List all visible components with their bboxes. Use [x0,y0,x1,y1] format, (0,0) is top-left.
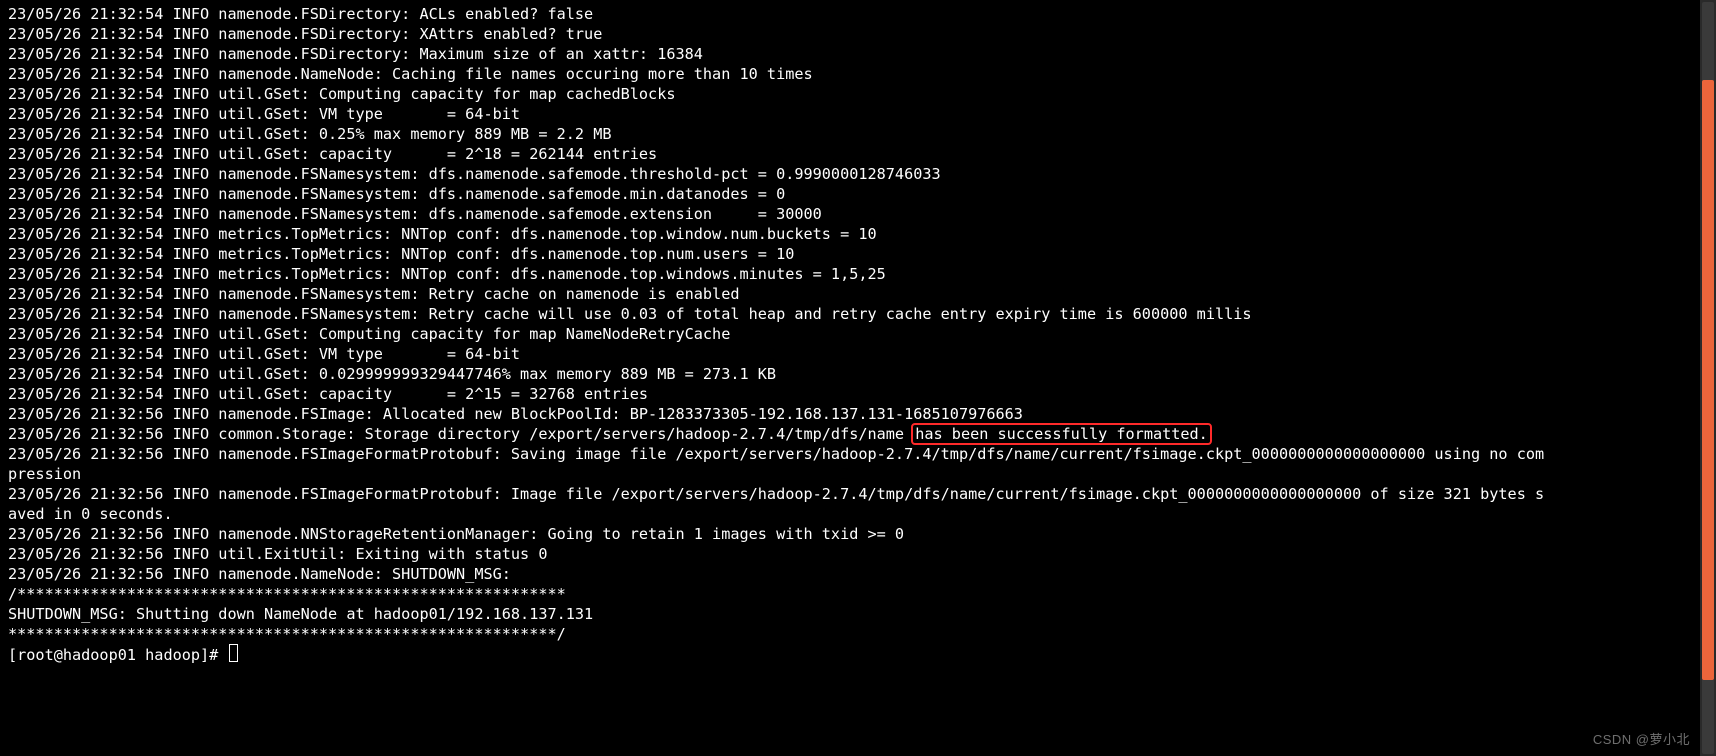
scrollbar-thumb[interactable] [1702,80,1714,680]
log-line: 23/05/26 21:32:54 INFO namenode.NameNode… [8,64,1696,84]
highlight-annotation: has been successfully formatted. [911,423,1212,445]
prompt-text: [root@hadoop01 hadoop]# [8,646,227,664]
log-line: 23/05/26 21:32:54 INFO util.GSet: capaci… [8,384,1696,404]
log-line: 23/05/26 21:32:54 INFO util.GSet: Comput… [8,84,1696,104]
log-line: SHUTDOWN_MSG: Shutting down NameNode at … [8,604,1696,624]
log-line-highlight: 23/05/26 21:32:56 INFO common.Storage: S… [8,424,1696,444]
log-line: 23/05/26 21:32:54 INFO namenode.FSNamesy… [8,164,1696,184]
scrollbar[interactable] [1700,0,1716,756]
log-line: 23/05/26 21:32:54 INFO namenode.FSNamesy… [8,184,1696,204]
log-line: 23/05/26 21:32:54 INFO util.GSet: 0.25% … [8,124,1696,144]
log-line: aved in 0 seconds. [8,504,1696,524]
terminal-viewport: 23/05/26 21:32:54 INFO namenode.FSDirect… [0,0,1716,756]
log-text: 23/05/26 21:32:56 INFO common.Storage: S… [8,425,913,443]
log-line: 23/05/26 21:32:54 INFO metrics.TopMetric… [8,264,1696,284]
log-line: 23/05/26 21:32:56 INFO namenode.NNStorag… [8,524,1696,544]
log-line: 23/05/26 21:32:54 INFO metrics.TopMetric… [8,224,1696,244]
log-line: 23/05/26 21:32:56 INFO namenode.NameNode… [8,564,1696,584]
log-line: 23/05/26 21:32:56 INFO namenode.FSImage:… [8,404,1696,424]
log-line: 23/05/26 21:32:54 INFO util.GSet: 0.0299… [8,364,1696,384]
log-line: 23/05/26 21:32:54 INFO util.GSet: capaci… [8,144,1696,164]
log-line: 23/05/26 21:32:54 INFO namenode.FSNamesy… [8,284,1696,304]
log-line: 23/05/26 21:32:54 INFO metrics.TopMetric… [8,244,1696,264]
log-line: 23/05/26 21:32:54 INFO namenode.FSNamesy… [8,304,1696,324]
log-line: 23/05/26 21:32:56 INFO namenode.FSImageF… [8,444,1696,464]
log-line: /***************************************… [8,584,1696,604]
cursor [229,644,238,662]
log-line: 23/05/26 21:32:54 INFO namenode.FSDirect… [8,44,1696,64]
terminal-output[interactable]: 23/05/26 21:32:54 INFO namenode.FSDirect… [8,4,1696,756]
log-line: 23/05/26 21:32:54 INFO namenode.FSNamesy… [8,204,1696,224]
log-line: 23/05/26 21:32:54 INFO util.GSet: Comput… [8,324,1696,344]
log-line: 23/05/26 21:32:54 INFO namenode.FSDirect… [8,4,1696,24]
log-line: 23/05/26 21:32:54 INFO namenode.FSDirect… [8,24,1696,44]
log-line: ****************************************… [8,624,1696,644]
log-line: 23/05/26 21:32:54 INFO util.GSet: VM typ… [8,104,1696,124]
log-line: 23/05/26 21:32:54 INFO util.GSet: VM typ… [8,344,1696,364]
log-line: pression [8,464,1696,484]
log-line: 23/05/26 21:32:56 INFO namenode.FSImageF… [8,484,1696,504]
shell-prompt[interactable]: [root@hadoop01 hadoop]# [8,644,1696,665]
log-line: 23/05/26 21:32:56 INFO util.ExitUtil: Ex… [8,544,1696,564]
